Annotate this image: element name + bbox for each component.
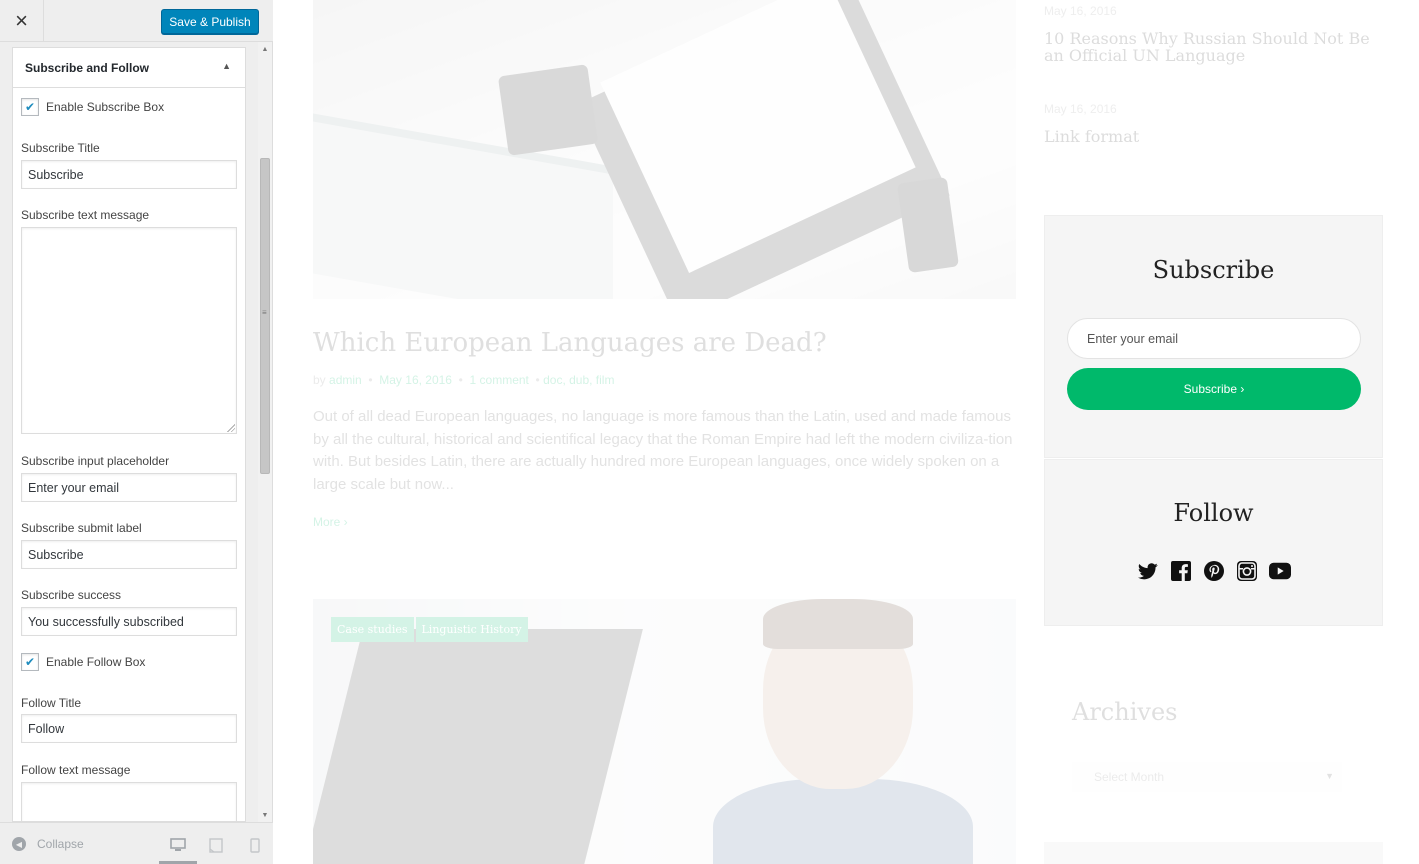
enable-follow-checkbox[interactable]: ✔ (21, 653, 39, 671)
archives-select[interactable]: Select Month ▼ (1072, 762, 1342, 792)
post-featured-image[interactable] (313, 0, 1016, 299)
subscribe-placeholder-input[interactable]: Enter your email (21, 473, 237, 502)
archives-select-value: Select Month (1094, 770, 1165, 784)
twitter-link[interactable] (1137, 560, 1159, 582)
close-customizer-button[interactable]: × (0, 0, 44, 42)
post-title[interactable]: Which European Languages are Dead? (313, 328, 827, 358)
facebook-link[interactable] (1170, 560, 1192, 582)
tablet-icon (209, 837, 223, 853)
monitor-shape (313, 629, 643, 864)
collapse-arrow-icon: ◀ (12, 837, 26, 851)
calculator-shape (497, 64, 599, 156)
recent-post-title[interactable]: 10 Reasons Why Russian Should Not Be an … (1044, 30, 1394, 64)
meta-by: by (313, 373, 326, 387)
post-tags-link[interactable]: doc, dub, film (543, 373, 614, 387)
next-widget (1044, 842, 1383, 864)
enable-follow-label: Enable Follow Box (46, 655, 146, 669)
enable-subscribe-label: Enable Subscribe Box (46, 100, 165, 114)
enable-follow-field[interactable]: ✔ Enable Follow Box (21, 653, 145, 671)
post-meta: by admin • May 16, 2016 • 1 comment • do… (313, 373, 615, 387)
subscribe-submit-input[interactable]: Subscribe (21, 540, 237, 569)
section-title: Subscribe and Follow (25, 60, 150, 75)
triangle-up-icon[interactable]: ▲ (222, 61, 231, 71)
mobile-preview-button[interactable] (245, 835, 265, 855)
site-preview: Which European Languages are Dead? by ad… (273, 0, 1419, 864)
subscribe-button[interactable]: Subscribe › (1067, 368, 1361, 410)
section-header[interactable]: Subscribe and Follow ▲ (13, 48, 245, 88)
collapse-label: Collapse (37, 837, 84, 851)
close-icon: × (15, 8, 28, 33)
subscribe-text-textarea[interactable] (21, 227, 237, 434)
follow-widget: Follow (1044, 459, 1383, 626)
enable-subscribe-checkbox[interactable]: ✔ (21, 98, 39, 116)
subscribe-success-input[interactable]: You successfully subscribed (21, 607, 237, 636)
chevron-down-icon: ▼ (1325, 771, 1334, 781)
twitter-icon (1138, 562, 1158, 579)
sidebar-scrollbar[interactable]: ▲ ≡ ▼ (258, 42, 272, 822)
follow-widget-title: Follow (1173, 499, 1254, 527)
post-comments-link[interactable]: 1 comment (470, 373, 529, 387)
category-tag[interactable]: Case studies (331, 617, 414, 642)
category-tag[interactable]: Linguistic History (415, 617, 528, 642)
subscribe-follow-section: Subscribe and Follow ▲ ✔ Enable Subscrib… (12, 47, 246, 822)
phone-shape (896, 176, 960, 274)
follow-title-label: Follow Title (21, 696, 82, 710)
recent-post-date: May 16, 2016 (1044, 4, 1117, 18)
scrollbar-thumb[interactable]: ≡ (260, 158, 270, 474)
mobile-icon (250, 837, 260, 853)
checkmark-icon: ✔ (24, 655, 36, 669)
youtube-icon (1269, 562, 1291, 580)
save-publish-button[interactable]: Save & Publish (161, 9, 259, 34)
desktop-preview-button[interactable] (168, 835, 188, 855)
post2-categories: Case studies Linguistic History (331, 617, 528, 642)
enable-subscribe-field[interactable]: ✔ Enable Subscribe Box (21, 98, 164, 116)
recent-post-title[interactable]: Link format (1044, 128, 1394, 145)
pinterest-icon (1204, 561, 1224, 581)
collapse-button[interactable]: ◀ Collapse (12, 837, 84, 851)
desktop-icon (170, 838, 186, 851)
post-date-link[interactable]: May 16, 2016 (379, 373, 452, 387)
subscribe-submit-label: Subscribe submit label (21, 521, 142, 535)
archives-title: Archives (1072, 698, 1178, 726)
resize-handle-icon[interactable] (227, 424, 235, 432)
follow-text-textarea[interactable] (21, 782, 237, 821)
subscribe-placeholder-label: Subscribe input placeholder (21, 454, 170, 468)
subscribe-title-label: Subscribe Title (21, 141, 100, 155)
subscribe-widget-title: Subscribe (1152, 256, 1275, 284)
facebook-icon (1171, 561, 1191, 581)
customizer-sidebar: × Save & Publish Subscribe and Follow ▲ … (0, 0, 273, 864)
scroll-down-arrow-icon[interactable]: ▼ (258, 808, 272, 822)
subscribe-text-label: Subscribe text message (21, 208, 150, 222)
pinterest-link[interactable] (1203, 560, 1225, 582)
subscribe-success-label: Subscribe success (21, 588, 122, 602)
instagram-icon (1237, 561, 1257, 581)
subscribe-title-input[interactable]: Subscribe (21, 160, 237, 189)
recent-post-date: May 16, 2016 (1044, 102, 1117, 116)
person-shirt-shape (713, 779, 973, 864)
instagram-link[interactable] (1236, 560, 1258, 582)
subscribe-widget: Subscribe Enter your email Subscribe › (1044, 215, 1383, 458)
tablet-preview-button[interactable] (206, 835, 226, 855)
customizer-footer: ◀ Collapse (0, 822, 273, 864)
post-author-link[interactable]: admin (329, 373, 362, 387)
post-excerpt: Out of all dead European languages, no l… (313, 408, 1013, 493)
follow-text-label: Follow text message (21, 763, 131, 777)
scroll-up-arrow-icon[interactable]: ▲ (258, 42, 272, 56)
grip-icon: ≡ (262, 308, 267, 317)
youtube-link[interactable] (1269, 560, 1291, 582)
person-hair-shape (763, 599, 913, 649)
subscribe-email-input[interactable]: Enter your email (1067, 318, 1361, 359)
read-more-link[interactable]: More › (313, 515, 348, 529)
customizer-app: × Save & Publish Subscribe and Follow ▲ … (0, 0, 1419, 864)
customizer-header: × Save & Publish (0, 0, 273, 42)
checkmark-icon: ✔ (24, 100, 36, 114)
follow-title-input[interactable]: Follow (21, 714, 237, 743)
